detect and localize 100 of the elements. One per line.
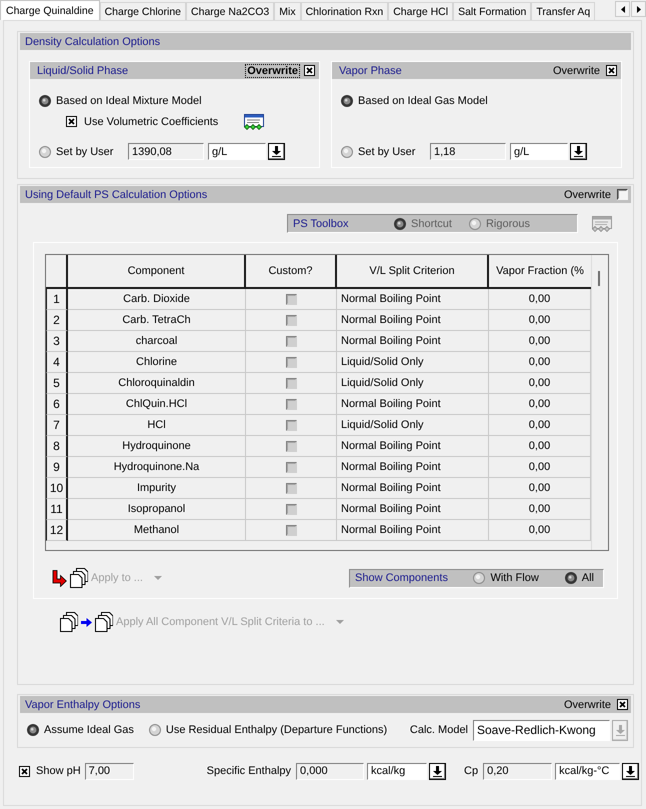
checkbox-icon[interactable] [286,504,296,514]
phase-title: Vapor Phase [339,64,402,76]
checkbox-icon[interactable] [286,420,296,430]
down-arrow-icon [574,146,583,157]
checkbox-icon[interactable] [286,462,296,472]
radio-option[interactable]: With Flow [473,572,539,584]
table-cell: Normal Boiling Point [337,310,489,331]
table-cell: charcoal [68,331,246,352]
row-number: 6 [46,394,68,415]
checkbox-option[interactable]: Show pH [19,765,81,777]
checkbox-icon[interactable] [606,65,617,76]
radio-icon[interactable] [39,146,51,158]
dropdown-button[interactable] [622,762,640,780]
radio-icon[interactable] [341,94,353,106]
radio-option[interactable]: Use Residual Enthalpy (Departure Functions) [148,724,388,736]
checkbox-option[interactable]: Overwrite [562,698,628,710]
checkbox-icon[interactable] [617,699,628,710]
field-label: Cp [464,765,478,777]
row-number: 9 [46,457,68,478]
table-cell: Impurity [68,478,246,499]
documents-icon [70,568,88,588]
tab[interactable]: Chlorination Rxn [300,2,388,20]
radio-icon[interactable] [148,724,161,736]
value-field[interactable]: 7,00 [84,762,134,780]
table-cell: HCl [68,415,246,436]
table-cell: Normal Boiling Point [337,520,489,541]
radio-icon[interactable] [473,572,486,584]
table-cell: Hydroquinone [68,436,246,457]
section-title: Using Default PS Calculation Options [25,188,208,200]
column-header[interactable]: Custom? [246,255,337,289]
checkbox-icon[interactable] [286,482,296,494]
toolbox-label: PS Toolbox [293,218,350,230]
checkbox-icon[interactable] [286,336,296,346]
checkbox-icon[interactable] [286,294,296,304]
tab[interactable]: Charge Chlorine [100,2,186,20]
checkbox-option[interactable]: Overwrite [246,64,315,76]
down-arrow-icon [272,146,281,157]
tab[interactable]: Mix [274,2,301,20]
tab[interactable]: Charge Na2CO3 [186,2,274,20]
column-header[interactable]: V/L Split Criterion [337,255,489,289]
unit-field[interactable]: g/L [208,143,266,160]
radio-icon[interactable] [564,572,577,584]
diagram-window-icon[interactable] [244,114,264,130]
scroll-right-button[interactable] [631,1,646,17]
documents-icon [95,612,113,632]
column-header[interactable]: Component [68,255,246,289]
radio-option[interactable]: Set by User [39,146,128,158]
radio-option[interactable]: Based on Ideal Gas Model [341,94,488,106]
dropdown-button[interactable] [268,143,285,160]
table-cell: Methanol [68,520,246,541]
row-number: 12 [46,520,68,541]
checkbox-option[interactable]: Overwrite [552,64,617,76]
tab[interactable]: Salt Formation [453,2,532,20]
tab[interactable]: Charge HCl [388,2,454,20]
section-title: Vapor Enthalpy Options [25,698,140,710]
dropdown-button[interactable] [570,143,587,160]
table-cell: Normal Boiling Point [337,457,489,478]
checkbox-icon[interactable] [304,65,315,76]
triangle-left-icon [620,6,624,12]
checkbox-icon[interactable] [286,356,296,368]
section-title: Density Calculation Options [25,36,160,48]
checkbox-icon[interactable] [286,524,296,536]
checkbox-option[interactable]: Use Volumetric Coefficients [66,116,218,128]
radio-option[interactable]: Based on Ideal Mixture Model [39,94,202,106]
field-label: Calc. Model [410,724,468,736]
value-field[interactable]: 0,20 [483,762,552,780]
radio-option[interactable]: Set by User [341,146,430,158]
value-field[interactable]: 0,000 [296,762,364,780]
checkbox-icon[interactable] [19,766,30,776]
radio-option[interactable]: Assume Ideal Gas [27,724,134,736]
table-cell: Normal Boiling Point [337,331,489,352]
radio-option[interactable]: All [564,572,594,584]
value-field[interactable]: 1,18 [430,143,506,160]
unit-field[interactable]: kcal/kg [367,762,428,780]
unit-field[interactable]: kcal/kg-°C [555,762,620,780]
checkbox-option[interactable]: Overwrite [562,188,628,200]
down-arrow-icon [616,724,624,736]
radio-icon[interactable] [341,146,353,158]
tab[interactable]: Transfer Aq [531,2,596,20]
bent-arrow-icon [52,570,67,586]
checkbox-icon[interactable] [617,189,628,200]
checkbox-icon[interactable] [286,314,296,326]
scrollbar-thumb[interactable] [598,271,600,286]
dropdown-button[interactable] [429,762,446,780]
tab[interactable]: Charge Quinaldine [0,0,100,20]
table-cell: Liquid/Solid Only [337,415,489,436]
phase-title: Liquid/Solid Phase [37,64,128,76]
table-cell: Normal Boiling Point [337,499,489,520]
checkbox-icon[interactable] [286,398,296,410]
row-number: 10 [46,478,68,499]
checkbox-icon[interactable] [286,378,296,388]
radio-icon[interactable] [27,724,39,736]
checkbox-icon[interactable] [66,116,77,127]
table-cell: Liquid/Solid Only [337,352,489,373]
value-field[interactable]: 1390,08 [128,143,204,160]
scroll-left-button[interactable] [615,1,630,17]
row-number: 7 [46,415,68,436]
unit-field[interactable]: g/L [510,143,568,160]
radio-icon[interactable] [39,94,51,106]
checkbox-icon[interactable] [286,440,296,452]
